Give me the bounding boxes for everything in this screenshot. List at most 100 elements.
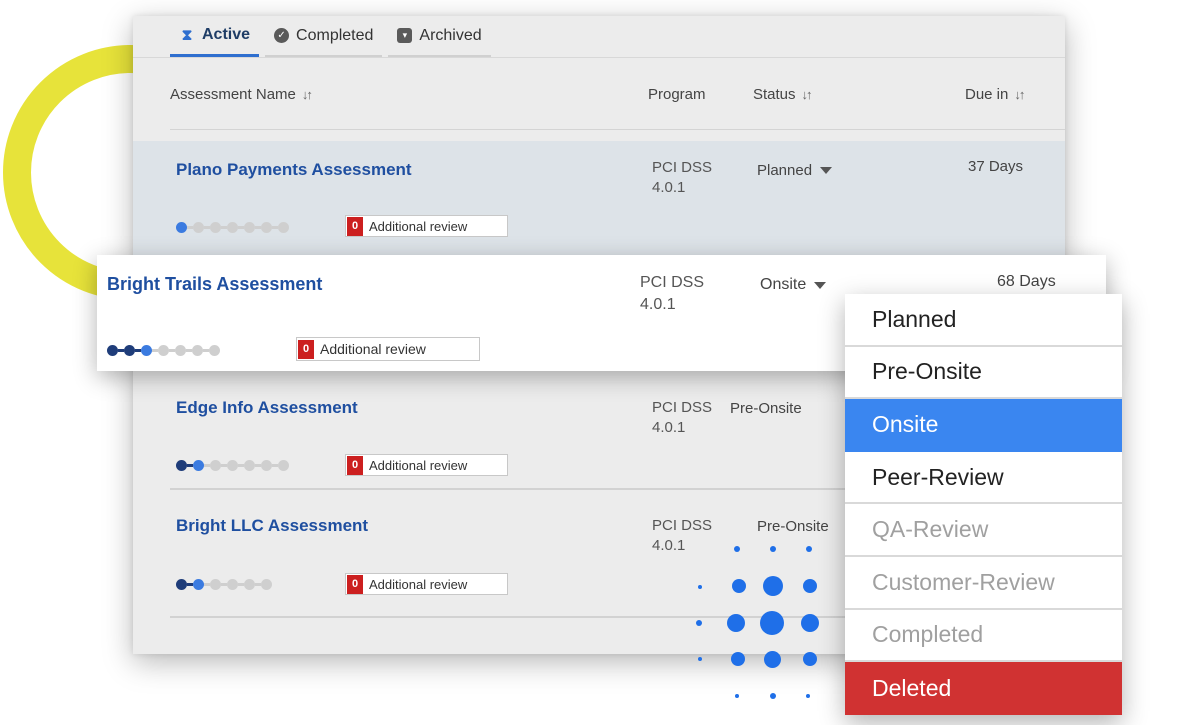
status-tabs: ⧗ Active ✓ Completed ▾ Archived [170, 16, 491, 57]
progress-step [261, 460, 272, 471]
status-option-customer-review: Customer-Review [845, 557, 1122, 610]
progress-step [261, 579, 272, 590]
progress-tracker [176, 222, 289, 233]
program-version: 4.0.1 [652, 179, 686, 196]
progress-step [124, 345, 135, 356]
progress-step [210, 579, 221, 590]
program-name: PCI DSS [652, 399, 713, 416]
program-name: PCI DSS [652, 517, 713, 534]
additional-review-badge[interactable]: 0 Additional review [345, 215, 508, 237]
review-label: Additional review [320, 341, 426, 357]
status-dropdown[interactable]: Pre-Onsite [730, 400, 802, 417]
status-dropdown[interactable]: Onsite [760, 276, 827, 294]
status-option-peer-review[interactable]: Peer-Review [845, 452, 1122, 505]
review-label: Additional review [369, 218, 468, 234]
status-value: Planned [757, 162, 813, 179]
progress-step [210, 460, 221, 471]
decor-dot [731, 652, 745, 666]
decor-dot [734, 546, 740, 552]
assessment-name[interactable]: Bright LLC Assessment [176, 516, 368, 536]
decor-dot [803, 579, 817, 593]
caret-down-icon [820, 167, 833, 174]
decor-dot [732, 579, 746, 593]
progress-step [261, 222, 272, 233]
review-count: 0 [347, 216, 363, 236]
progress-step [278, 460, 289, 471]
review-count: 0 [347, 455, 363, 475]
decor-dot [760, 611, 784, 635]
column-header-name[interactable]: Assessment Name ↓↑ [170, 86, 313, 103]
column-label: Due in [965, 86, 1009, 103]
status-option-onsite[interactable]: Onsite [845, 399, 1122, 452]
program-name: PCI DSS [652, 159, 713, 176]
decor-dot [698, 657, 702, 661]
decor-dot [770, 693, 776, 699]
progress-step [141, 345, 152, 356]
additional-review-badge[interactable]: 0 Additional review [345, 573, 508, 595]
progress-step [244, 460, 255, 471]
tabs-divider [133, 57, 1065, 58]
progress-step [227, 222, 238, 233]
review-count: 0 [298, 339, 314, 359]
progress-step [193, 579, 204, 590]
progress-step [176, 579, 187, 590]
progress-step [158, 345, 169, 356]
progress-step [227, 460, 238, 471]
progress-step [107, 345, 118, 356]
status-dropdown[interactable]: Planned [757, 162, 833, 179]
progress-step [175, 345, 186, 356]
tab-active[interactable]: ⧗ Active [170, 16, 260, 57]
status-dropdown-menu: Planned Pre-Onsite Onsite Peer-Review QA… [845, 294, 1122, 715]
review-count: 0 [347, 574, 363, 594]
column-header-status[interactable]: Status ↓↑ [753, 86, 813, 103]
decor-dot [735, 694, 739, 698]
status-option-qa-review: QA-Review [845, 504, 1122, 557]
status-value: Onsite [760, 276, 807, 293]
program-version: 4.0.1 [652, 419, 686, 436]
progress-step [244, 579, 255, 590]
progress-step [227, 579, 238, 590]
sort-icon: ↓↑ [301, 87, 313, 102]
progress-tracker [176, 460, 289, 471]
decor-dot [764, 651, 781, 668]
assessment-name[interactable]: Plano Payments Assessment [176, 160, 412, 180]
status-dropdown[interactable]: Pre-Onsite [757, 518, 829, 535]
progress-step [193, 222, 204, 233]
check-circle-icon: ✓ [274, 28, 290, 43]
assessment-name[interactable]: Edge Info Assessment [176, 398, 358, 418]
column-header-due[interactable]: Due in ↓↑ [965, 86, 1025, 103]
decor-dot [806, 694, 810, 698]
program-cell: PCI DSS 4.0.1 [652, 158, 712, 198]
decor-dot [727, 614, 745, 632]
progress-step [278, 222, 289, 233]
header-divider [170, 129, 1065, 130]
caret-down-icon [814, 281, 827, 289]
progress-tracker [176, 579, 272, 590]
progress-step [193, 460, 204, 471]
decor-dot [763, 576, 783, 596]
status-value: Pre-Onsite [757, 518, 829, 535]
tab-completed[interactable]: ✓ Completed [265, 16, 383, 57]
due-in: 68 Days [997, 273, 1056, 290]
program-cell: PCI DSS 4.0.1 [640, 272, 704, 316]
due-in: 37 Days [968, 158, 1024, 175]
progress-tracker [107, 345, 220, 356]
table-row[interactable]: Plano Payments Assessment PCI DSS 4.0.1 … [133, 141, 1065, 256]
additional-review-badge[interactable]: 0 Additional review [296, 337, 480, 361]
column-header-program: Program [648, 86, 706, 103]
additional-review-badge[interactable]: 0 Additional review [345, 454, 508, 476]
assessment-name[interactable]: Bright Trails Assessment [107, 274, 322, 295]
program-version: 4.0.1 [640, 296, 676, 313]
progress-step [176, 460, 187, 471]
status-option-deleted[interactable]: Deleted [845, 662, 1122, 715]
program-name: PCI DSS [640, 274, 705, 291]
tab-label: Archived [419, 26, 482, 44]
progress-step [192, 345, 203, 356]
status-option-pre-onsite[interactable]: Pre-Onsite [845, 347, 1122, 400]
progress-step [176, 222, 187, 233]
status-option-planned[interactable]: Planned [845, 294, 1122, 347]
decor-dot [698, 585, 702, 589]
tab-label: Active [202, 26, 251, 43]
program-version: 4.0.1 [652, 537, 686, 554]
tab-archived[interactable]: ▾ Archived [388, 16, 491, 57]
